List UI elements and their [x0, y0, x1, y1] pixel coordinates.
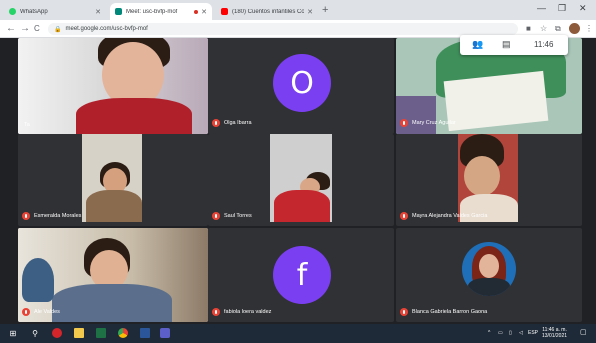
google-meet-icon [115, 8, 122, 15]
mic-off-icon [212, 308, 220, 316]
taskbar-clock[interactable]: 11:46 a. m. 13/01/2021 [542, 327, 567, 339]
windows-taskbar: ⊞ ⚲ ^ ▭ ▯ ◁ ESP 11:46 a. m. 13/01/2021 ▢ [0, 324, 596, 343]
meet-info-panel: 👥 ▤ 11:46 [460, 35, 568, 55]
recording-indicator-icon [194, 9, 199, 14]
close-window-button[interactable]: ✕ [579, 3, 587, 14]
mic-off-icon [400, 119, 408, 127]
close-icon[interactable]: ✕ [307, 8, 313, 16]
forward-button[interactable]: → [20, 23, 30, 35]
meeting-clock: 11:46 [534, 40, 554, 49]
participant-video [396, 96, 436, 134]
address-bar[interactable]: 🔒 meet.google.com/usc-bvfp-mof [48, 23, 518, 35]
network-icon[interactable]: ▭ [498, 330, 503, 336]
whatsapp-icon [9, 8, 16, 15]
url-text: meet.google.com/usc-bvfp-mof [65, 26, 148, 32]
participant-avatar: O [273, 54, 331, 112]
participant-name: Esmeralda Morales [22, 212, 81, 220]
participant-video [274, 190, 330, 222]
tray-chevron-icon[interactable]: ^ [488, 330, 490, 336]
star-icon[interactable]: ☆ [540, 24, 547, 33]
tab-meet[interactable]: Meet: usc-bvfp-mof ✕ [110, 3, 212, 20]
screen: WhatsApp ✕ Meet: usc-bvfp-mof ✕ (180) Cu… [0, 0, 596, 343]
tab-title: (180) Cuentos infantiles Cortos [232, 8, 305, 15]
participant-video [52, 284, 172, 322]
participant-tile[interactable]: Ta [18, 38, 208, 134]
chat-icon[interactable]: ▤ [502, 39, 511, 50]
profile-avatar[interactable] [569, 23, 580, 34]
meet-grid: Ta O Olga Ibarra Mary Cruz Aguilar Esmer… [0, 38, 596, 324]
participant-avatar: f [273, 246, 331, 304]
teams-icon[interactable] [160, 328, 170, 338]
lock-icon: 🔒 [54, 26, 62, 33]
tab-strip: WhatsApp ✕ Meet: usc-bvfp-mof ✕ (180) Cu… [0, 0, 596, 20]
people-icon[interactable]: 👥 [472, 39, 483, 50]
participant-tile[interactable]: Saul Torres [208, 134, 394, 226]
minimize-button[interactable]: — [537, 3, 546, 13]
mic-off-icon [400, 212, 408, 220]
participant-photo [462, 242, 516, 296]
camera-icon[interactable]: ■ [526, 24, 531, 33]
language-indicator[interactable]: ESP [528, 330, 538, 336]
participant-name: fabiola loera valdez [212, 308, 271, 316]
mic-off-icon [212, 212, 220, 220]
menu-icon[interactable]: ⋮ [585, 24, 593, 33]
participant-video [22, 258, 54, 302]
word-icon[interactable] [140, 328, 150, 338]
participant-name: Mayra Alejandra Valdes Garcia [400, 212, 487, 220]
file-explorer-icon[interactable] [74, 328, 84, 338]
close-icon[interactable]: ✕ [201, 8, 207, 16]
participant-name: Saul Torres [212, 212, 252, 220]
tab-youtube[interactable]: (180) Cuentos infantiles Cortos ✕ [216, 3, 318, 20]
mic-off-icon [212, 119, 220, 127]
participant-name: Ale Valdes [22, 308, 60, 316]
taskbar-date: 13/01/2021 [542, 333, 568, 339]
participant-name: Mary Cruz Aguilar [400, 119, 456, 127]
excel-icon[interactable] [96, 328, 106, 338]
youtube-icon [221, 8, 228, 15]
participant-tile[interactable]: Blanca Gabriela Barron Gaona [396, 228, 582, 322]
participant-video [464, 156, 500, 196]
participant-video [86, 190, 142, 222]
mic-off-icon [400, 308, 408, 316]
participant-tile[interactable]: O Olga Ibarra [208, 38, 394, 134]
new-tab-button[interactable]: + [322, 4, 328, 16]
reload-button[interactable]: C [34, 23, 40, 35]
tab-title: Meet: usc-bvfp-mof [126, 8, 178, 15]
tab-title: WhatsApp [20, 8, 48, 15]
back-button[interactable]: ← [6, 23, 16, 35]
opera-icon[interactable] [52, 328, 62, 338]
extensions-icon[interactable]: ⧉ [555, 24, 561, 34]
mic-off-icon [22, 308, 30, 316]
participant-name: Blanca Gabriela Barron Gaona [400, 308, 487, 316]
participant-video [76, 98, 192, 134]
participant-name: Olga Ibarra [212, 119, 252, 127]
chrome-icon[interactable] [118, 328, 128, 338]
participant-video [443, 70, 549, 132]
notifications-icon[interactable]: ▢ [580, 328, 587, 336]
tab-whatsapp[interactable]: WhatsApp ✕ [4, 3, 106, 20]
volume-icon[interactable]: ◁ [519, 330, 523, 336]
maximize-button[interactable]: ❐ [558, 3, 566, 14]
search-icon[interactable]: ⚲ [30, 328, 40, 338]
close-icon[interactable]: ✕ [95, 8, 101, 16]
mic-off-icon [22, 212, 30, 220]
participant-tile[interactable]: Mayra Alejandra Valdes Garcia [396, 134, 582, 226]
participant-tile[interactable]: f fabiola loera valdez [208, 228, 394, 322]
participant-tile[interactable]: Esmeralda Morales [18, 134, 208, 226]
windows-icon[interactable]: ⊞ [8, 328, 18, 338]
battery-icon[interactable]: ▯ [509, 330, 512, 336]
participant-name: Ta [24, 122, 30, 128]
participant-tile[interactable]: Ale Valdes [18, 228, 208, 322]
